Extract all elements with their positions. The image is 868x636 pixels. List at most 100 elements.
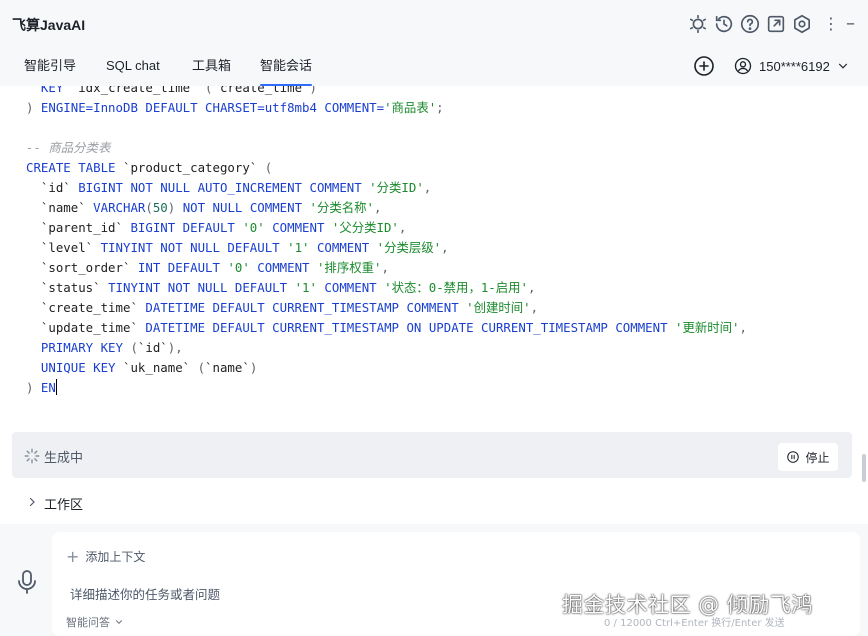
generating-label: 生成中: [44, 451, 84, 466]
code-token: `uk_name`: [122, 360, 191, 375]
code-token: NOT NULL COMMENT: [182, 200, 310, 215]
code-line: CREATE TABLE `product_category` (: [26, 158, 272, 178]
chevron-down-icon: [114, 617, 124, 627]
code-token: DATETIME DEFAULT CURRENT_TIMESTAMP ON UP…: [137, 320, 676, 335]
stop-button[interactable]: 停止: [778, 443, 838, 471]
code-token: (: [145, 200, 153, 215]
code-token: '0': [227, 260, 250, 275]
code-line: `id` BIGINT NOT NULL AUTO_INCREMENT COMM…: [26, 178, 431, 198]
tab-toolbox[interactable]: 工具箱: [192, 48, 231, 84]
code-token: (: [197, 86, 213, 95]
code-token: '创建时间': [466, 300, 531, 315]
code-line: KEY `idx_create_time` (`create_time`): [26, 86, 317, 98]
code-token: '排序权重': [316, 260, 382, 275]
app-title: 飞算JavaAI: [12, 17, 86, 33]
code-token: ,: [398, 220, 407, 235]
code-token: ,: [530, 300, 539, 315]
theme-toggle-icon[interactable]: [687, 13, 709, 35]
code-token: COMMENT: [249, 260, 317, 275]
history-icon[interactable]: [713, 13, 735, 35]
settings-icon[interactable]: [791, 13, 813, 35]
code-token: ): [167, 200, 183, 215]
code-token: `name`: [205, 360, 250, 375]
code-token: ): [26, 380, 41, 395]
account-menu[interactable]: 150****6192: [733, 54, 850, 78]
code-line: `status` TINYINT NOT NULL DEFAULT '1' CO…: [26, 278, 536, 298]
code-token: `status`: [40, 280, 101, 295]
code-token: COMMENT: [264, 220, 332, 235]
code-line: ) EN: [26, 378, 57, 398]
code-token: '状态：0-禁用，1-启用': [384, 280, 528, 295]
pause-icon: [786, 450, 800, 464]
code-token: EN: [40, 380, 56, 395]
code-token: VARCHAR: [85, 200, 146, 215]
new-chat-icon[interactable]: [692, 54, 716, 78]
code-token: '更新时间': [675, 320, 740, 335]
code-token: KEY: [26, 86, 71, 95]
text-caret: [55, 379, 57, 395]
code-token: ,: [381, 260, 389, 275]
code-token: '1': [294, 280, 317, 295]
close-icon[interactable]: –: [846, 13, 868, 35]
code-token: DATETIME DEFAULT CURRENT_TIMESTAMP COMME…: [137, 300, 467, 315]
code-line: `level` TINYINT NOT NULL DEFAULT '1' COM…: [26, 238, 449, 258]
tab-sql-chat[interactable]: SQL chat: [106, 48, 160, 84]
code-line: ) ENGINE=InnoDB DEFAULT CHARSET=utf8mb4 …: [26, 98, 444, 118]
code-token: '分类层级': [376, 240, 442, 255]
code-line: PRIMARY KEY (`id`),: [26, 338, 183, 358]
workspace-toggle[interactable]: 工作区: [0, 480, 860, 524]
code-line: `create_time` DATETIME DEFAULT CURRENT_T…: [26, 298, 538, 318]
tab-smart-guide[interactable]: 智能引导: [24, 48, 76, 84]
code-token: (: [190, 360, 206, 375]
open-external-icon[interactable]: [765, 13, 787, 35]
code-token: BIGINT DEFAULT: [122, 220, 243, 235]
code-token: '商品表': [384, 100, 437, 115]
code-line: `update_time` DATETIME DEFAULT CURRENT_T…: [26, 318, 747, 338]
code-token: COMMENT: [316, 280, 385, 295]
code-token: INT DEFAULT: [130, 260, 228, 275]
plus-icon: +: [66, 546, 80, 566]
user-icon: [733, 56, 753, 76]
code-token: '0': [242, 220, 265, 235]
more-icon[interactable]: ⋮: [823, 15, 839, 33]
code-token: '1': [287, 240, 310, 255]
code-line: `parent_id` BIGINT DEFAULT '0' COMMENT '…: [26, 218, 406, 238]
code-output: KEY `idx_create_time` (`create_time`)) E…: [0, 86, 860, 430]
loading-spinner-icon: [24, 448, 40, 464]
code-token: UNIQUE KEY: [26, 360, 123, 375]
code-token: CREATE TABLE: [26, 160, 123, 175]
code-token: ): [249, 360, 258, 375]
generating-bar: 生成中 停止: [12, 432, 852, 478]
code-line: `sort_order` INT DEFAULT '0' COMMENT '排序…: [26, 258, 389, 278]
microphone-icon[interactable]: [15, 568, 39, 596]
code-token: '分类名称': [309, 200, 374, 215]
code-token: ENGINE=InnoDB DEFAULT CHARSET=utf8mb4 CO…: [40, 100, 385, 115]
scrollbar[interactable]: [862, 454, 866, 482]
add-context-button[interactable]: + 添加上下文: [66, 548, 145, 565]
code-token: `product_category`: [122, 160, 258, 175]
stop-button-label: 停止: [805, 450, 830, 465]
code-line: UNIQUE KEY `uk_name` (`name`): [26, 358, 257, 378]
mode-label: 智能问答: [66, 616, 110, 629]
code-token: 50: [152, 200, 168, 215]
mode-select[interactable]: 智能问答: [66, 614, 124, 630]
code-token: `level`: [40, 240, 94, 255]
tab-smart-chat[interactable]: 智能会话: [260, 48, 313, 86]
code-token: `id`: [137, 340, 168, 355]
code-line: `name` VARCHAR(50) NOT NULL COMMENT '分类名…: [26, 198, 382, 218]
code-token: ): [26, 100, 41, 115]
task-input[interactable]: [70, 584, 540, 604]
code-token: `id`: [40, 180, 71, 195]
help-icon[interactable]: [739, 13, 761, 35]
code-token: ;: [436, 100, 444, 115]
code-token: `create_time`: [40, 300, 138, 315]
code-token: ,: [528, 280, 536, 295]
input-zone: + 添加上下文 智能问答 0 / 12000 Ctrl+Enter 换行/Ent…: [0, 524, 868, 636]
code-token: `update_time`: [40, 320, 138, 335]
